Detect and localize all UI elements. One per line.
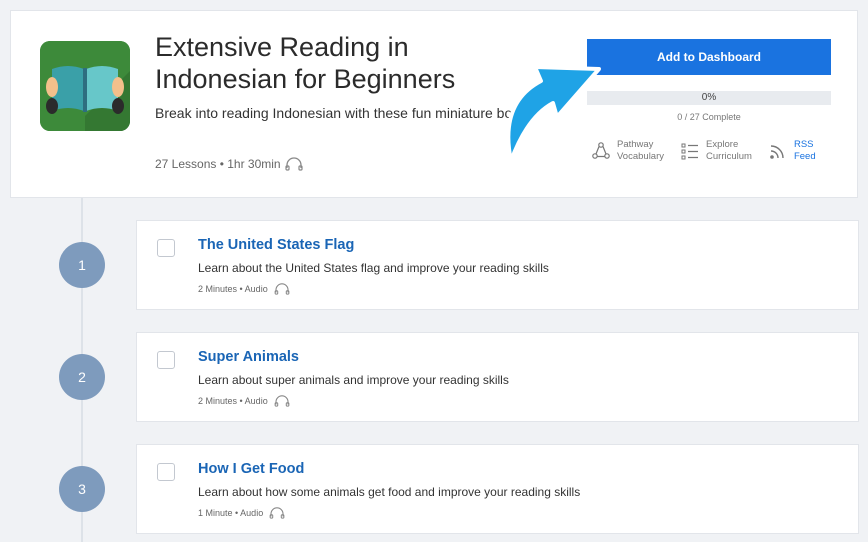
lesson-checkbox[interactable]	[157, 351, 175, 369]
course-links: Pathway Vocabulary Explore Curriculum RS…	[591, 139, 816, 163]
book-reading-icon	[40, 41, 130, 131]
explore-line1: Explore	[706, 139, 739, 150]
rss-icon	[770, 145, 784, 159]
pathway-icon	[592, 142, 610, 159]
headphones-icon	[274, 283, 290, 295]
lesson-description: Learn about the United States flag and i…	[198, 261, 549, 275]
course-title: Extensive Reading in Indonesian for Begi…	[155, 32, 456, 94]
course-meta-text: 27 Lessons • 1hr 30min	[155, 157, 281, 171]
lesson-meta: 2 Minutes • Audio	[198, 395, 290, 407]
lesson-title-link[interactable]: How I Get Food	[198, 461, 304, 477]
lesson-number-badge: 1	[59, 242, 105, 288]
lesson-checkbox[interactable]	[157, 239, 175, 257]
rss-feed-link[interactable]: RSS Feed	[768, 139, 816, 163]
lesson-description: Learn about how some animals get food an…	[198, 485, 581, 499]
headphones-icon	[269, 507, 285, 519]
pathway-line1: Pathway	[617, 139, 654, 150]
lesson-meta-text: 2 Minutes • Audio	[198, 284, 268, 294]
lesson-number-badge: 2	[59, 354, 105, 400]
complete-count: 0 / 27 Complete	[677, 112, 741, 122]
add-to-dashboard-button[interactable]: Add to Dashboard	[587, 39, 831, 75]
lesson-card: The United States Flag Learn about the U…	[136, 220, 859, 310]
headphones-icon	[274, 395, 290, 407]
explore-line2: Curriculum	[706, 151, 752, 162]
lesson-title-link[interactable]: Super Animals	[198, 349, 299, 365]
pathway-vocabulary-link[interactable]: Pathway Vocabulary	[591, 139, 664, 163]
lesson-card: How I Get Food Learn about how some anim…	[136, 444, 859, 534]
lesson-meta: 1 Minute • Audio	[198, 507, 285, 519]
rss-line2: Feed	[793, 151, 816, 162]
course-progress-bar: 0%	[587, 91, 831, 105]
lesson-meta-text: 2 Minutes • Audio	[198, 396, 268, 406]
lesson-meta: 2 Minutes • Audio	[198, 283, 290, 295]
lesson-number-badge: 3	[59, 466, 105, 512]
headphones-icon	[285, 157, 303, 171]
lesson-meta-text: 1 Minute • Audio	[198, 508, 264, 518]
lesson-description: Learn about super animals and improve yo…	[198, 373, 509, 387]
rss-line1: RSS	[793, 139, 814, 150]
lesson-title-link[interactable]: The United States Flag	[198, 237, 354, 253]
course-meta: 27 Lessons • 1hr 30min	[155, 157, 303, 171]
course-header-card: Extensive Reading in Indonesian for Begi…	[10, 10, 858, 198]
pathway-line2: Vocabulary	[617, 151, 665, 162]
explore-curriculum-link[interactable]: Explore Curriculum	[680, 139, 752, 163]
course-subtitle: Break into reading Indonesian with these…	[155, 105, 538, 121]
lesson-card: Super Animals Learn about super animals …	[136, 332, 859, 422]
lesson-checkbox[interactable]	[157, 463, 175, 481]
curriculum-list-icon	[681, 143, 699, 160]
